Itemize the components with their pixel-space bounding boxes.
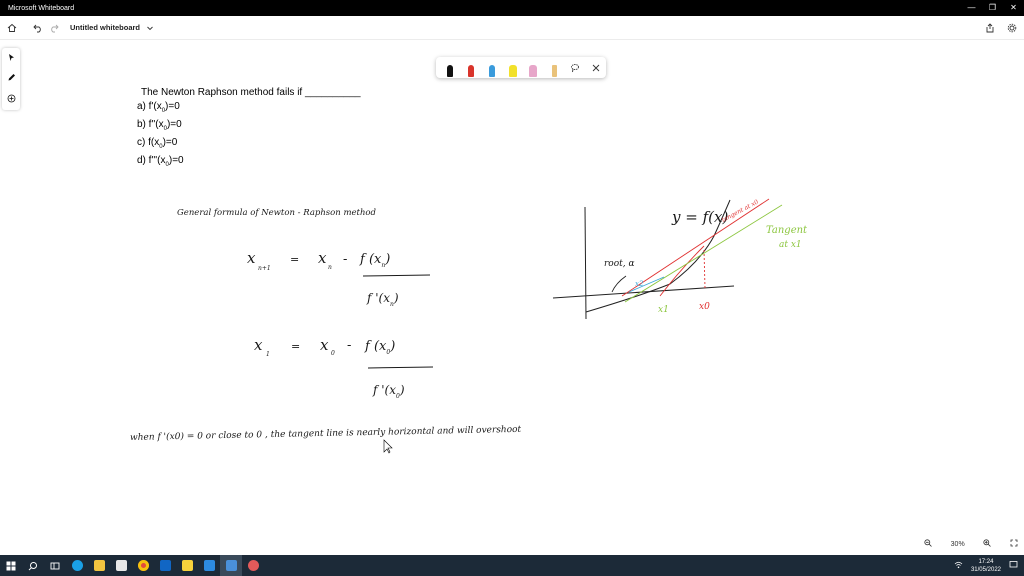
fit-screen-icon[interactable]: [1010, 539, 1018, 549]
zoom-out-icon[interactable]: [924, 539, 932, 549]
notification-icon[interactable]: [1009, 560, 1018, 571]
x1-label: x1: [658, 305, 669, 315]
svg-text:x: x: [318, 249, 327, 267]
svg-text:=: =: [290, 253, 299, 266]
media-icon[interactable]: [242, 555, 264, 576]
clock[interactable]: 17:24 31/05/2022: [971, 558, 1001, 574]
file-explorer-icon[interactable]: [88, 555, 110, 576]
svg-text:x: x: [254, 336, 263, 354]
x0-label: x0: [699, 302, 710, 312]
root-label: root, α: [604, 259, 635, 269]
handwritten-note: when f '(x0) = 0 or close to 0 , the tan…: [130, 424, 522, 443]
clock-time: 17:24: [978, 558, 994, 565]
search-icon[interactable]: [22, 555, 44, 576]
tangent-x1-label-line1: Tangent: [766, 225, 808, 236]
sticky-notes-icon[interactable]: [176, 555, 198, 576]
svg-text:x: x: [247, 249, 256, 267]
svg-text:n+1: n+1: [258, 265, 271, 272]
svg-text:f (x0): f (x0): [364, 339, 395, 356]
mouse-cursor-icon: [383, 439, 393, 454]
edge-icon[interactable]: [66, 555, 88, 576]
newton-graph: y = f(x) tangent at x0 Tangent at x1 roo…: [552, 198, 808, 320]
clock-date: 31/05/2022: [970, 566, 1001, 573]
taskbar: 17:24 31/05/2022: [0, 555, 1024, 576]
svg-text:n: n: [328, 264, 332, 271]
svg-text:-: -: [347, 338, 351, 353]
network-icon[interactable]: [954, 560, 963, 571]
general-formula: x n+1 = x n - f (xn) f '(xn): [247, 249, 431, 308]
ink-canvas[interactable]: General formula of Newton - Raphson meth…: [0, 0, 1024, 555]
store-icon[interactable]: [110, 555, 132, 576]
task-view-icon[interactable]: [44, 555, 66, 576]
svg-text:f '(xn): f '(xn): [366, 291, 399, 308]
outlook-icon[interactable]: [154, 555, 176, 576]
zoom-in-icon[interactable]: [983, 539, 992, 549]
x2-label: x2: [635, 280, 644, 288]
svg-text:1: 1: [266, 351, 270, 358]
svg-text:f (xn): f (xn): [359, 252, 390, 269]
svg-text:f '(x0): f '(x0): [372, 383, 405, 400]
windows-start-icon[interactable]: [0, 555, 22, 576]
zoom-level[interactable]: 30%: [951, 541, 965, 548]
svg-text:=: =: [291, 340, 300, 353]
photos-icon[interactable]: [198, 555, 220, 576]
chrome-icon[interactable]: [132, 555, 154, 576]
system-tray: 17:24 31/05/2022: [954, 555, 1018, 576]
svg-text:-: -: [343, 252, 347, 267]
tangent-x1-label-line2: at x1: [779, 240, 802, 250]
svg-text:x: x: [320, 336, 329, 354]
whiteboard-taskbar-icon[interactable]: [220, 555, 242, 576]
zoom-control: 30%: [918, 535, 1024, 553]
svg-text:0: 0: [331, 350, 335, 357]
first-iteration-formula: x 1 = x 0 - f (x0) f '(x0): [254, 336, 434, 400]
formula-heading: General formula of Newton - Raphson meth…: [177, 208, 377, 218]
